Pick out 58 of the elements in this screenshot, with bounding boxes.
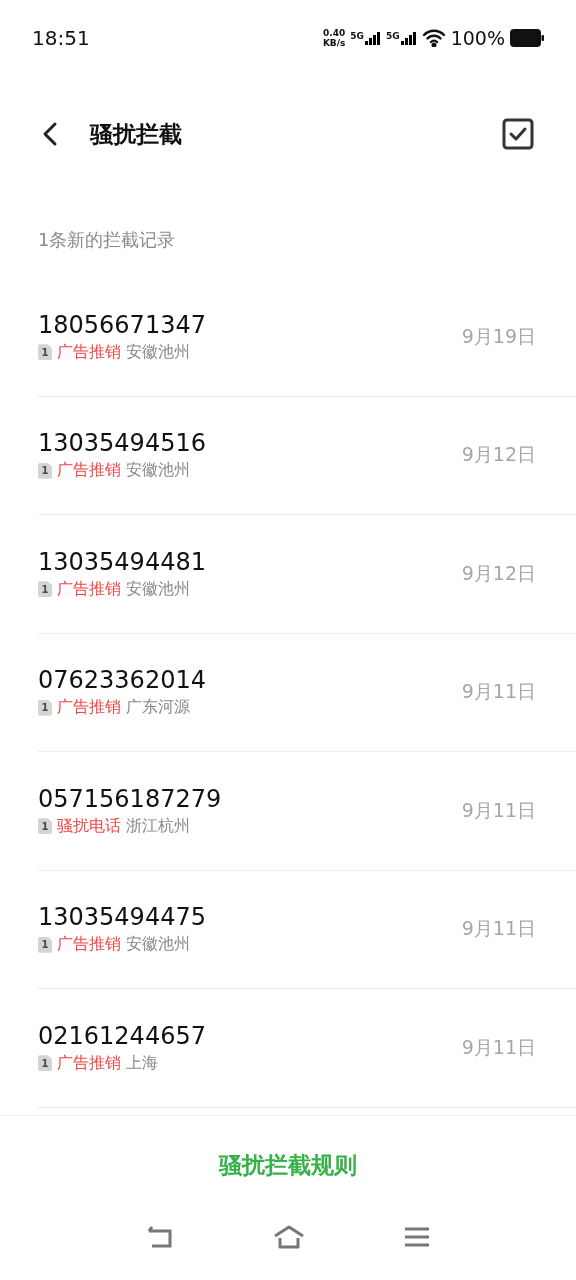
call-date: 9月12日 [461,560,536,586]
call-record[interactable]: 13035494475 1 广告推销 安徽池州 9月11日 [38,870,576,989]
call-record[interactable]: 057156187279 1 骚扰电话 浙江杭州 9月11日 [38,752,576,871]
sim-icon: 1 [38,344,52,361]
network-type: 5G [386,31,400,41]
call-date: 9月19日 [461,323,536,349]
network-speed: 0.40 [323,28,346,38]
call-tag: 骚扰电话 [57,815,121,837]
signal-icon [365,31,381,45]
call-record[interactable]: 07623362014 1 广告推销 广东河源 9月11日 [38,633,576,752]
call-date: 9月11日 [461,679,536,705]
home-icon[interactable] [273,1224,305,1250]
network-type: 5G [350,31,364,41]
call-location: 广东河源 [126,697,190,719]
call-location: 安徽池州 [126,460,190,482]
speed-unit: KB/s [322,38,346,48]
summary-text: 1条新的拦截记录 [37,228,177,252]
call-record[interactable]: 13035494516 1 广告推销 安徽池州 9月12日 [38,396,576,515]
phone-number: 07623362014 [38,666,207,695]
call-location: 安徽池州 [126,578,190,600]
call-location: 浙江杭州 [126,815,190,837]
sim-icon: 1 [38,818,52,835]
call-tag: 广告推销 [57,460,121,482]
sim-icon: 1 [38,699,52,716]
wifi-icon [421,29,446,47]
sim-icon: 1 [38,936,52,953]
call-tag: 广告推销 [57,341,121,363]
call-date: 9月11日 [461,797,536,823]
back-nav-icon[interactable] [146,1225,174,1249]
call-tag: 广告推销 [57,934,121,956]
call-record[interactable]: 02161244657 1 广告推销 上海 9月11日 [38,989,576,1108]
phone-number: 13035494516 [38,429,207,458]
sim-icon: 1 [38,1055,52,1072]
call-location: 安徽池州 [126,341,190,363]
call-location: 安徽池州 [126,934,190,956]
call-location: 上海 [126,1052,158,1074]
call-date: 9月11日 [461,916,536,942]
clock: 18:51 [32,26,90,50]
call-record[interactable]: 18056671347 1 广告推销 安徽池州 9月19日 [38,278,576,397]
phone-number: 02161244657 [38,1021,207,1050]
sim-icon: 1 [38,462,52,479]
phone-number: 18056671347 [38,310,207,339]
battery-icon [510,29,544,47]
battery-level: 100% [450,27,505,49]
phone-number: 13035494475 [38,903,207,932]
call-date: 9月11日 [461,1034,536,1060]
call-tag: 广告推销 [57,1052,121,1074]
select-icon[interactable] [502,118,534,150]
call-tag: 广告推销 [57,697,121,719]
menu-icon[interactable] [404,1226,430,1248]
phone-number: 13035494481 [38,547,207,576]
signal-icon [400,31,417,45]
phone-number: 057156187279 [38,784,223,813]
call-record[interactable]: 13035494481 1 广告推销 安徽池州 9月12日 [38,515,576,634]
call-date: 9月12日 [461,442,536,468]
sim-icon: 1 [38,581,52,598]
page-title: 骚扰拦截 [90,119,183,149]
call-tag: 广告推销 [57,578,121,600]
